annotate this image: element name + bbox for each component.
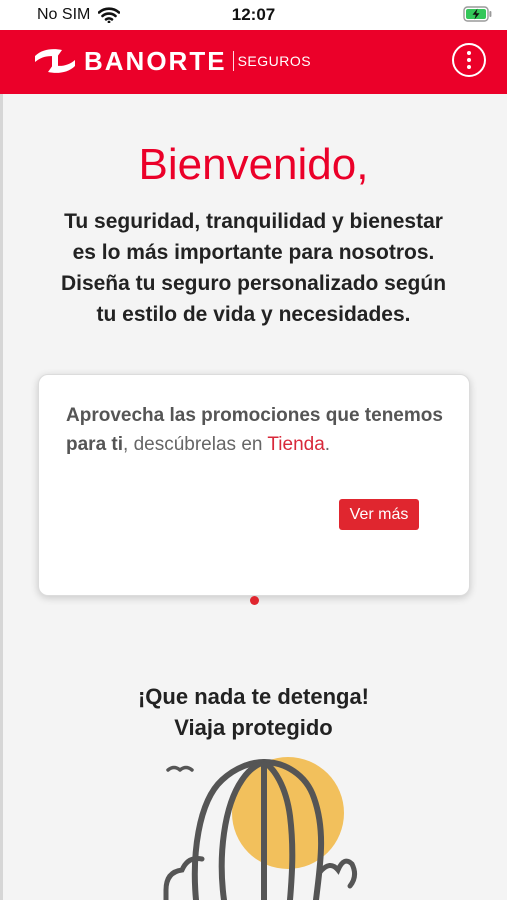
see-more-button[interactable]: Ver más [339,499,419,530]
app-header: BANORTE SEGUROS [0,30,507,94]
status-bar: No SIM 12:07 [0,0,507,30]
more-options-button[interactable] [452,43,486,77]
bird-shape [166,765,194,772]
carousel-page-indicator[interactable] [250,596,259,605]
battery-charging-icon [463,6,493,27]
welcome-line: Diseña tu seguro personalizado según [60,272,447,295]
promo-end-text: . [324,434,331,455]
travel-headline: ¡Que nada te detenga! [137,684,370,709]
brand-name: BANORTE [84,45,227,76]
clock: 12:07 [231,5,276,24]
store-link[interactable]: Tienda [267,434,324,455]
welcome-title: Bienvenido, [138,140,369,189]
more-vertical-icon [467,51,471,55]
cloud-shape [317,858,358,889]
travel-subline: Viaja protegido [174,715,333,740]
promo-normal-text: , descúbrelas en [123,434,268,455]
welcome-line: tu estilo de vida y necesidades. [96,303,411,326]
promo-text: Aprovecha las promociones que tenemos pa… [66,401,446,459]
welcome-message: Tu seguridad, tranquilidad y bienestar e… [20,206,487,330]
more-dot [467,65,471,69]
welcome-line: Tu seguridad, tranquilidad y bienestar [64,210,443,233]
logo-divider [232,51,234,71]
banorte-logo[interactable]: BANORTE SEGUROS [33,43,311,79]
welcome-line: es lo más importante para nosotros. [72,241,435,264]
hot-air-balloon-illustration [163,757,358,900]
banorte-logo-icon [35,49,75,73]
edge-divider [0,94,3,900]
more-dot [467,58,471,62]
promo-card[interactable]: Aprovecha las promociones que tenemos pa… [38,374,470,596]
travel-section: ¡Que nada te detenga! Viaja protegido [0,681,507,743]
brand-subtitle: SEGUROS [237,53,312,69]
